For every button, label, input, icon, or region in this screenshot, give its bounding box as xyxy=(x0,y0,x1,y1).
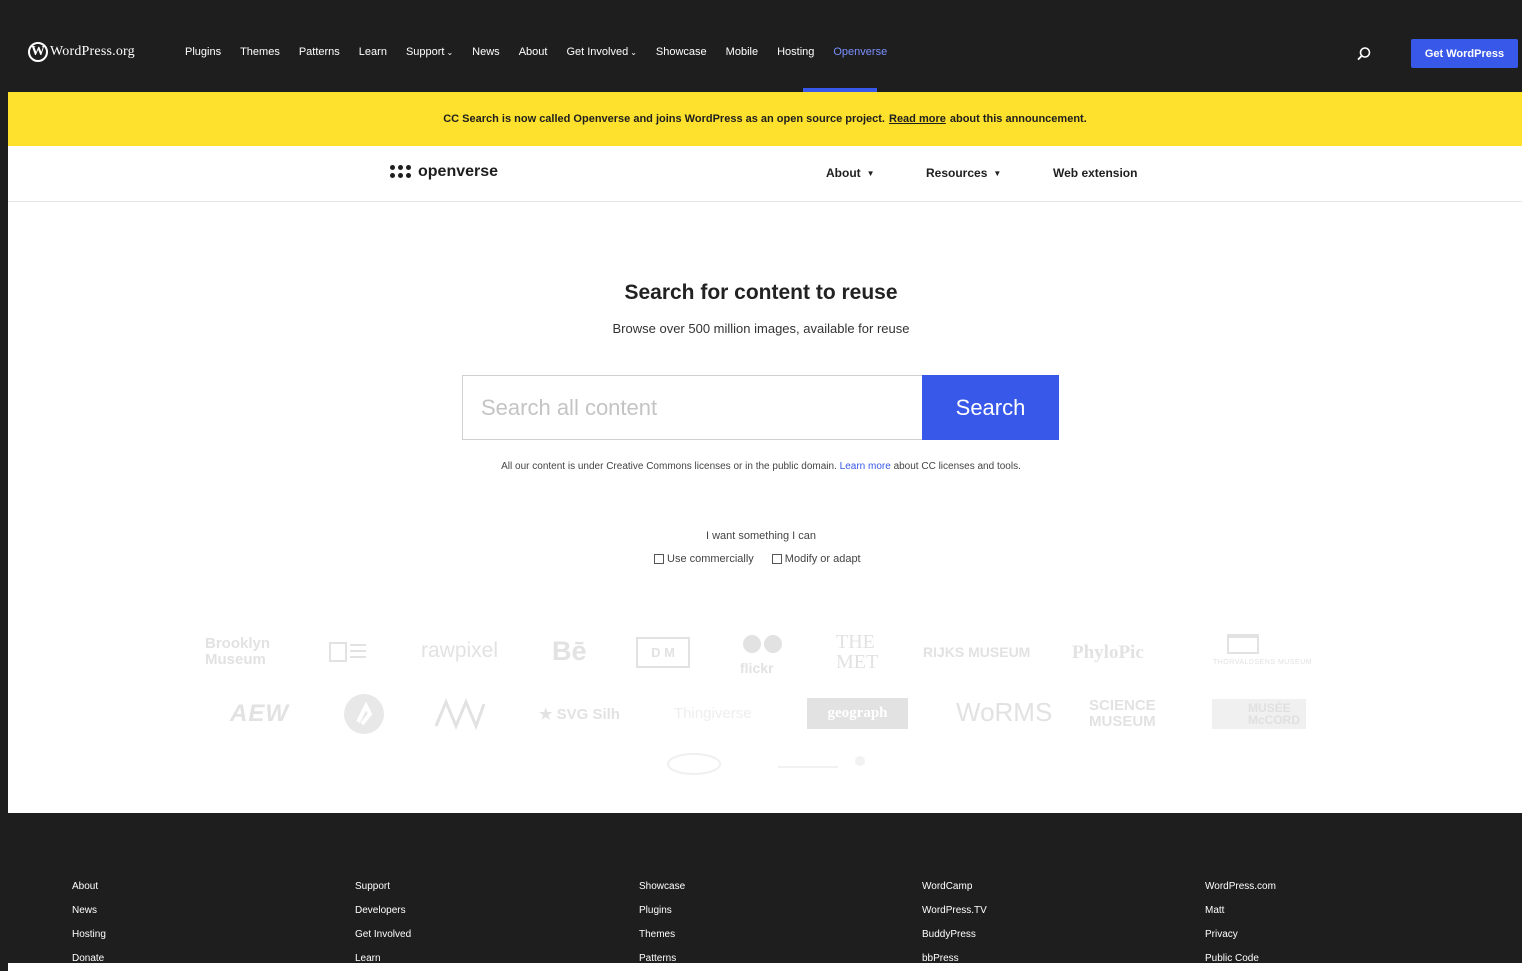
source-logo-line[interactable] xyxy=(778,755,870,771)
checkbox-box[interactable] xyxy=(771,554,782,564)
ov-nav-web-extension[interactable]: Web extension xyxy=(1053,166,1137,180)
source-logo-behance[interactable]: Bē xyxy=(552,636,587,667)
footer-link-wordpress-com[interactable]: WordPress.com xyxy=(1205,875,1276,899)
openverse-header: openverse About ▼ Resources ▼ Web extensio… xyxy=(8,146,1522,202)
nav-item-themes[interactable]: Themes xyxy=(240,46,280,58)
nav-item-plugins[interactable]: Plugins xyxy=(185,46,221,58)
caret-down-icon: ▼ xyxy=(993,168,1002,178)
wordpress-w-icon: W xyxy=(28,42,48,62)
footer-link-donate[interactable]: Donate xyxy=(72,947,106,971)
source-logo-thorvaldsens[interactable]: THORVALDSENS MUSEUM xyxy=(1213,634,1333,670)
nav-item-about[interactable]: About xyxy=(519,46,548,58)
source-logo-circle[interactable] xyxy=(344,694,384,734)
openverse-logo-text: openverse xyxy=(418,163,499,180)
footer-link-get-involved[interactable]: Get Involved xyxy=(355,923,411,947)
footer-link-privacy[interactable]: Privacy xyxy=(1205,923,1276,947)
banner-read-more-link[interactable]: Read more xyxy=(889,113,946,125)
nav-item-learn[interactable]: Learn xyxy=(359,46,387,58)
wordpress-logo[interactable]: W WordPress.org xyxy=(28,42,135,62)
chevron-down-icon: ⌄ xyxy=(446,48,454,57)
learn-more-link[interactable]: Learn more xyxy=(840,461,891,472)
search-input[interactable] xyxy=(462,375,922,440)
nav-item-support[interactable]: Support ⌄ xyxy=(406,46,453,58)
wordpress-global-header: W WordPress.org Plugins Themes Patterns … xyxy=(8,8,1522,92)
checkbox-box[interactable] xyxy=(654,554,664,564)
footer-link-patterns[interactable]: Patterns xyxy=(639,947,685,971)
nav-item-hosting[interactable]: Hosting xyxy=(777,46,814,58)
search-button[interactable]: Search xyxy=(922,375,1059,440)
license-note: All our content is under Creative Common… xyxy=(501,461,1021,472)
source-logo-rijksmuseum[interactable]: RIJKS MUSEUM xyxy=(923,644,1030,660)
get-wordpress-button[interactable]: Get WordPress xyxy=(1411,39,1518,68)
footer-link-hosting[interactable]: Hosting xyxy=(72,923,106,947)
source-logo-geograph[interactable]: geograph xyxy=(807,698,908,729)
source-logo-rawpixel[interactable]: rawpixel xyxy=(421,639,498,663)
chevron-down-icon: ⌄ xyxy=(630,48,637,57)
source-logo-the-met[interactable]: THE MET xyxy=(836,632,878,672)
nav-item-openverse[interactable]: Openverse xyxy=(833,46,887,58)
source-logo-dm[interactable]: D M xyxy=(636,637,690,668)
filter-label: I want something I can xyxy=(705,530,817,542)
use-commercially-checkbox[interactable]: Use commercially xyxy=(654,553,754,565)
caret-down-icon: ▼ xyxy=(866,168,875,178)
search-icon[interactable] xyxy=(1356,46,1372,62)
footer-link-wordcamp[interactable]: WordCamp xyxy=(922,875,987,899)
source-logo-phylopic[interactable]: PhyloPic xyxy=(1072,642,1144,664)
source-logo-wave[interactable] xyxy=(432,696,488,732)
banner-text: CC Search is now called Openverse and jo… xyxy=(443,113,885,125)
openverse-logo[interactable]: openverse xyxy=(390,163,498,181)
footer-column-5: WordPress.com Matt Privacy Public Code xyxy=(1205,875,1276,971)
source-logo-brooklyn-museum[interactable]: Brooklyn Museum xyxy=(205,636,270,668)
footer-column-1: About News Hosting Donate xyxy=(72,875,106,971)
footer-link-news[interactable]: News xyxy=(72,899,106,923)
footer-column-2: Support Developers Get Involved Learn xyxy=(355,875,411,971)
source-logo-svg-silh[interactable]: ★ SVG Silh xyxy=(539,705,620,723)
footer-link-bbpress[interactable]: bbPress xyxy=(922,947,987,971)
banner-text-after: about this announcement. xyxy=(949,113,1087,125)
footer-link-developers[interactable]: Developers xyxy=(355,899,411,923)
footer-link-matt[interactable]: Matt xyxy=(1205,899,1276,923)
ov-nav-about[interactable]: About ▼ xyxy=(826,166,875,180)
building-icon xyxy=(1227,634,1259,654)
footer-link-themes[interactable]: Themes xyxy=(639,923,685,947)
source-logo-worms[interactable]: WoRMS xyxy=(956,697,1052,728)
footer-column-3: Showcase Plugins Themes Patterns xyxy=(639,875,685,971)
footer-link-about[interactable]: About xyxy=(72,875,106,899)
nav-item-mobile[interactable]: Mobile xyxy=(726,46,758,58)
source-logo-aew[interactable]: AEW xyxy=(230,700,289,728)
openverse-dots-icon xyxy=(390,165,412,179)
source-logo-science-museum[interactable]: SCIENCE MUSEUM xyxy=(1089,698,1156,730)
nav-item-get-involved[interactable]: Get Involved ⌄ xyxy=(566,46,636,58)
source-logo-flickr[interactable]: flickr xyxy=(740,633,786,676)
footer-link-public-code[interactable]: Public Code xyxy=(1205,947,1276,971)
footer-link-buddypress[interactable]: BuddyPress xyxy=(922,923,987,947)
search-form: Search xyxy=(462,375,1059,440)
footer-link-support[interactable]: Support xyxy=(355,875,411,899)
footer-link-plugins[interactable]: Plugins xyxy=(639,899,685,923)
ov-nav-resources[interactable]: Resources ▼ xyxy=(926,166,1001,180)
source-logo-oval[interactable] xyxy=(666,752,722,776)
source-logo-musee-mccord[interactable]: MUSÉE McCORD xyxy=(1212,699,1306,729)
modify-or-adapt-checkbox[interactable]: Modify or adapt xyxy=(771,553,861,565)
announcement-banner: CC Search is now called Openverse and jo… xyxy=(8,92,1522,146)
footer-column-4: WordCamp WordPress.TV BuddyPress bbPress xyxy=(922,875,987,971)
nav-item-showcase[interactable]: Showcase xyxy=(656,46,707,58)
page-title: Search for content to reuse xyxy=(624,281,898,304)
nav-item-news[interactable]: News xyxy=(472,46,500,58)
footer: About News Hosting Donate Support Develo… xyxy=(8,813,1522,964)
footer-link-showcase[interactable]: Showcase xyxy=(639,875,685,899)
footer-link-learn[interactable]: Learn xyxy=(355,947,411,971)
source-logo-museum-icon[interactable] xyxy=(328,637,368,667)
footer-link-wordpress-tv[interactable]: WordPress.TV xyxy=(922,899,987,923)
wordpress-logo-text: WordPress.org xyxy=(50,44,135,59)
wordpress-nav: Plugins Themes Patterns Learn Support ⌄ N… xyxy=(185,46,906,58)
nav-item-patterns[interactable]: Patterns xyxy=(299,46,340,58)
page-subtitle: Browse over 500 million images, availabl… xyxy=(612,321,910,336)
filter-checkboxes: Use commercially Modify or adapt xyxy=(654,553,879,565)
source-logo-thingiverse[interactable]: Thingiverse xyxy=(674,705,752,722)
